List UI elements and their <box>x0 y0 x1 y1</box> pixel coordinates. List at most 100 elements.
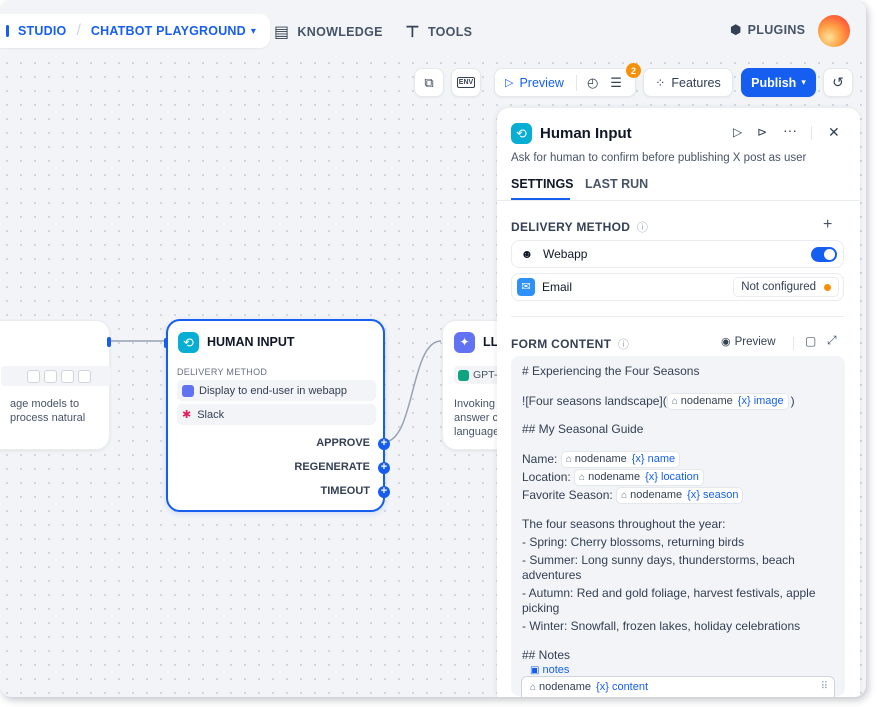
left-node[interactable]: age models to process natural <box>0 320 111 450</box>
clipboard-icon[interactable]: ▢ <box>805 334 816 348</box>
nav-tools[interactable]: ⊤ TOOLS <box>405 22 472 42</box>
app-name[interactable]: CHATBOT PLAYGROUND <box>91 24 246 38</box>
method-label: Slack <box>197 408 225 421</box>
chip-var: {x} location <box>645 471 699 483</box>
close-icon[interactable]: ✕ <box>828 124 840 141</box>
left-node-out-port[interactable] <box>107 337 111 347</box>
run-history-icon[interactable]: ◴ <box>587 75 598 91</box>
approve-port[interactable]: + <box>378 438 390 450</box>
variable-chip[interactable]: ⌂ nodename {x} image <box>666 393 789 410</box>
method-label: Display to end-user in webapp <box>199 384 347 397</box>
tab-settings[interactable]: SETTINGS <box>511 177 574 191</box>
chip-var: {x} season <box>687 489 739 501</box>
node-icon: ⌂ <box>565 454 572 465</box>
llm-desc-line: answer c <box>454 412 499 424</box>
notes-input-field[interactable]: ⌂ nodename {x} content ⠿ <box>521 676 835 697</box>
editor-line: - Autumn: Red and gold foliage, harvest … <box>522 586 816 600</box>
panel-title[interactable]: Human Input <box>540 125 632 142</box>
llm-model-label: GPT- <box>473 369 498 381</box>
robot-icon <box>182 384 194 397</box>
chip-node: nodename <box>630 489 683 501</box>
tab-last-run[interactable]: LAST RUN <box>585 177 648 191</box>
chevron-down-icon[interactable]: ▾ <box>251 26 256 37</box>
form-content-editor[interactable]: # Experiencing the Four Seasons ![Four s… <box>511 356 845 697</box>
hammer-icon: ⊤ <box>405 24 420 41</box>
delivery-method-label: DELIVERY METHOD <box>511 220 631 234</box>
form-preview-button[interactable]: ◉ Preview <box>721 335 776 349</box>
chip-var: {x} image <box>737 395 784 407</box>
studio-link[interactable]: STUDIO <box>18 24 66 38</box>
features-label: Features <box>671 75 721 90</box>
webapp-label: Webapp <box>543 247 588 261</box>
tool-icon <box>27 369 40 383</box>
breadcrumb-separator: / <box>76 22 81 39</box>
chip-node: nodename <box>539 681 592 693</box>
variable-chip[interactable]: ⌂ nodename {x} name <box>560 451 681 468</box>
checklist-count-badge: 2 <box>626 63 641 78</box>
play-icon[interactable]: ▷ <box>505 76 513 89</box>
llm-desc: Invoking answer c language <box>454 397 499 439</box>
input-port[interactable] <box>164 338 168 348</box>
left-node-line: age models to <box>10 398 80 410</box>
method-slack: ✱ Slack <box>177 404 376 425</box>
chevron-down-icon: ▾ <box>801 77 806 87</box>
nav-tools-label: TOOLS <box>427 25 473 39</box>
features-button[interactable]: ⁘ Features <box>643 68 733 97</box>
avatar[interactable] <box>818 15 850 47</box>
more-icon[interactable]: ··· <box>783 122 797 138</box>
editor-line: # Experiencing the Four Seasons <box>522 364 700 378</box>
run-from-icon[interactable]: ⊳ <box>757 125 767 139</box>
env-icon: ENV <box>456 77 476 88</box>
editor-line-image: ![Four seasons landscape](⌂ nodename {x} i… <box>522 393 795 410</box>
app-window: age models to process natural ⟲ HUMAN IN… <box>0 0 866 697</box>
mail-icon: ✉ <box>517 278 535 296</box>
variable-chip[interactable]: ⌂ nodename {x} location <box>574 469 704 486</box>
expand-icon[interactable]: ⤢ <box>827 333 837 348</box>
output-approve: APPROVE <box>316 437 370 449</box>
notes-field-tag: ▣ notes <box>530 664 569 676</box>
checklist-toggle-button[interactable]: ⧉ <box>414 68 444 97</box>
variable-chip[interactable]: ⌂ nodename {x} season <box>616 487 744 504</box>
checklist-icon[interactable]: ☰ <box>610 75 622 91</box>
help-icon[interactable]: ⓘ <box>618 339 629 351</box>
nav-knowledge[interactable]: ▤ KNOWLEDGE <box>274 22 383 42</box>
nav-plugins-label: PLUGINS <box>747 23 806 37</box>
webapp-toggle[interactable] <box>811 247 837 262</box>
chip-node: nodename <box>588 471 641 483</box>
editor-line: - Winter: Snowfall, frozen lakes, holida… <box>522 619 801 633</box>
nav-plugins[interactable]: ⬢ PLUGINS <box>730 22 805 38</box>
human-input-node[interactable]: ⟲ HUMAN INPUT DELIVERY METHOD Display to… <box>164 319 390 512</box>
timeout-port[interactable]: + <box>378 486 390 498</box>
eye-icon: ◉ <box>721 336 731 348</box>
divider <box>793 337 794 350</box>
editor-line: ## Notes <box>522 648 571 662</box>
tool-icon <box>78 369 91 383</box>
editor-line: adventures <box>522 568 582 582</box>
output-timeout: TIMEOUT <box>320 485 371 497</box>
left-node-text: age models to process natural <box>10 397 85 425</box>
email-status[interactable]: Not configured <box>733 277 839 297</box>
env-button[interactable]: ENV <box>451 68 481 97</box>
run-step-icon[interactable]: ▷ <box>733 125 742 139</box>
method-row-email[interactable]: ✉ Email Not configured <box>511 273 844 301</box>
toggle-knob <box>824 249 835 260</box>
llm-title: LL <box>483 335 499 349</box>
book-icon: ▤ <box>274 24 290 41</box>
publish-button[interactable]: Publish ▾ <box>741 68 816 97</box>
panel-description[interactable]: Ask for human to confirm before publishi… <box>511 152 806 164</box>
regenerate-port[interactable]: + <box>378 462 390 474</box>
field-icon: ▣ <box>530 665 540 676</box>
editor-line-name: Name: ⌂ nodename {x} name <box>522 451 681 468</box>
email-status-label: Not configured <box>741 281 816 293</box>
preview-group: ▷ Preview ◴ ☰ <box>494 68 636 97</box>
add-method-icon[interactable]: + <box>823 216 832 234</box>
tool-icon <box>44 369 57 383</box>
method-row-webapp[interactable]: ☻ Webapp <box>511 240 844 268</box>
preview-button[interactable]: Preview <box>519 76 563 90</box>
history-button[interactable]: ↺ <box>823 68 853 97</box>
node-icon: ⌂ <box>530 682 537 693</box>
breadcrumb: STUDIO / CHATBOT PLAYGROUND ▾ <box>0 14 270 48</box>
help-icon[interactable]: ⓘ <box>637 222 648 234</box>
editor-line: - Summer: Long sunny days, thunderstorms… <box>522 553 795 567</box>
drag-handle-icon[interactable]: ⠿ <box>821 681 828 692</box>
